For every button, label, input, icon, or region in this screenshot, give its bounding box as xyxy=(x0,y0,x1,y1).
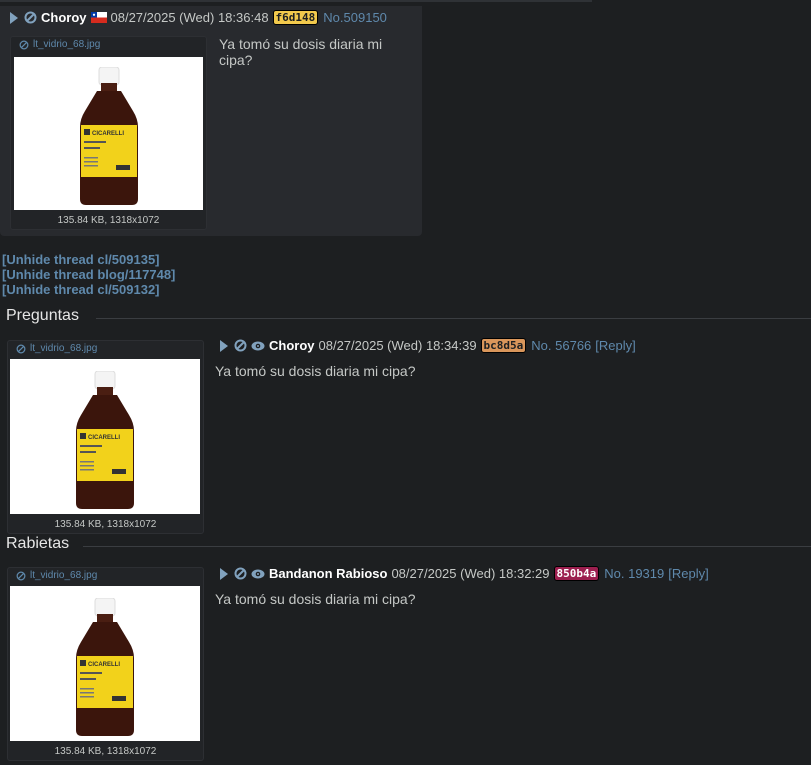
poster-name[interactable]: Choroy xyxy=(269,338,315,353)
post-menu-arrow-icon[interactable] xyxy=(220,339,228,352)
post-header: Choroy 08/27/2025 (Wed) 18:34:39 bc8d5a … xyxy=(220,338,636,353)
watch-thread-icon[interactable] xyxy=(251,340,265,352)
file-link[interactable]: lt_vidrio_68.jpg xyxy=(19,39,100,50)
reply-link[interactable]: [Reply] xyxy=(668,566,708,581)
bottle-image: CICARELLI xyxy=(80,67,138,205)
post-message: Ya tomó su dosis diaria mi cipa? xyxy=(215,363,416,379)
hide-icon[interactable] xyxy=(234,567,247,580)
file-info: 135.84 KB, 1318x1072 xyxy=(57,215,160,226)
post-number-link[interactable]: No.509150 xyxy=(323,10,387,25)
post-header: Choroy 08/27/2025 (Wed) 18:36:48 f6d148 … xyxy=(10,10,391,25)
file-name[interactable]: lt_vidrio_68.jpg xyxy=(33,39,100,50)
hide-file-icon[interactable] xyxy=(19,40,29,50)
poster-id-badge[interactable]: f6d148 xyxy=(272,10,319,25)
bottle-label-text: CICARELLI xyxy=(88,662,120,668)
bottle-image: CICARELLI xyxy=(76,371,134,509)
unhide-thread-link[interactable]: [Unhide thread blog/117748] xyxy=(2,267,175,282)
hide-icon[interactable] xyxy=(24,11,37,24)
message-line: cipa? xyxy=(219,52,253,68)
file-name[interactable]: lt_vidrio_68.jpg xyxy=(30,570,97,581)
bottle-image: CICARELLI xyxy=(76,598,134,736)
file-thumbnail[interactable]: CICARELLI xyxy=(10,586,200,741)
file-info: 135.84 KB, 1318x1072 xyxy=(54,746,157,757)
bottle-label-text: CICARELLI xyxy=(88,435,120,441)
file-name[interactable]: lt_vidrio_68.jpg xyxy=(30,343,97,354)
message-line: Ya tomó su dosis diaria mi xyxy=(219,36,383,52)
post-menu-arrow-icon[interactable] xyxy=(220,567,228,580)
file-thumbnail[interactable]: CICARELLI xyxy=(10,359,200,514)
file-link[interactable]: lt_vidrio_68.jpg xyxy=(16,343,97,354)
watch-thread-icon[interactable] xyxy=(251,568,265,580)
reply-link[interactable]: [Reply] xyxy=(595,338,635,353)
post-509150: Choroy 08/27/2025 (Wed) 18:36:48 f6d148 … xyxy=(0,6,422,236)
post-message: Ya tomó su dosis diaria mi cipa? xyxy=(219,36,382,68)
bottle-label-text: CICARELLI xyxy=(92,131,124,137)
file-container: lt_vidrio_68.jpg CICARELLI 135.84 KB, 13… xyxy=(7,340,204,534)
poster-id-badge[interactable]: 850b4a xyxy=(553,566,600,581)
hide-file-icon[interactable] xyxy=(16,344,26,354)
section-divider xyxy=(96,318,811,319)
poster-name[interactable]: Bandanon Rabioso xyxy=(269,566,387,581)
post-date: 08/27/2025 (Wed) 18:32:29 xyxy=(391,566,550,581)
file-link[interactable]: lt_vidrio_68.jpg xyxy=(16,570,97,581)
file-thumbnail[interactable]: CICARELLI xyxy=(14,57,203,210)
poster-name[interactable]: Choroy xyxy=(41,10,87,25)
post-message: Ya tomó su dosis diaria mi cipa? xyxy=(215,591,416,607)
poster-id-badge[interactable]: bc8d5a xyxy=(480,338,527,353)
post-number-link[interactable]: No. 56766 xyxy=(531,338,591,353)
section-divider xyxy=(83,546,811,547)
top-divider xyxy=(0,0,592,2)
post-date: 08/27/2025 (Wed) 18:36:48 xyxy=(110,10,269,25)
file-container: lt_vidrio_68.jpg CICARELLI 135.84 KB, 13… xyxy=(10,36,207,230)
file-info: 135.84 KB, 1318x1072 xyxy=(54,519,157,530)
unhide-thread-link[interactable]: [Unhide thread cl/509132] xyxy=(2,282,160,297)
hide-file-icon[interactable] xyxy=(16,571,26,581)
post-menu-arrow-icon[interactable] xyxy=(10,11,18,24)
board-section-title[interactable]: Preguntas xyxy=(6,307,79,325)
hide-icon[interactable] xyxy=(234,339,247,352)
file-container: lt_vidrio_68.jpg CICARELLI 135.84 KB, 13… xyxy=(7,567,204,761)
post-header: Bandanon Rabioso 08/27/2025 (Wed) 18:32:… xyxy=(220,566,709,581)
post-date: 08/27/2025 (Wed) 18:34:39 xyxy=(318,338,477,353)
unhide-thread-link[interactable]: [Unhide thread cl/509135] xyxy=(2,252,160,267)
board-section-title[interactable]: Rabietas xyxy=(6,535,69,553)
post-number-link[interactable]: No. 19319 xyxy=(604,566,664,581)
chile-flag-icon xyxy=(90,12,107,23)
